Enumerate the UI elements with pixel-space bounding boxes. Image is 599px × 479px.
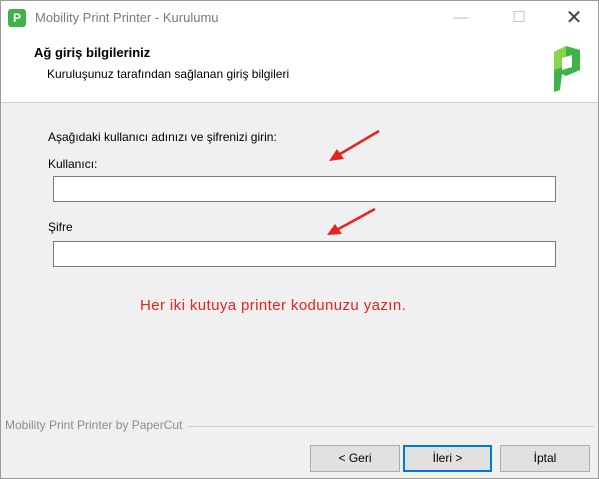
annotation-note: Her iki kutuya printer kodunuzu yazın.	[140, 297, 407, 314]
footer-brand: Mobility Print Printer by PaperCut	[5, 418, 189, 432]
username-input[interactable]	[53, 176, 556, 202]
password-input[interactable]	[53, 241, 556, 267]
arrow-icon	[327, 207, 376, 235]
app-icon: P	[8, 9, 26, 27]
page-title: Ağ giriş bilgileriniz	[34, 45, 151, 60]
close-button[interactable]: ✕	[551, 1, 597, 35]
page-subtitle: Kuruluşunuz tarafından sağlanan giriş bi…	[47, 67, 290, 81]
next-button[interactable]: İleri >	[403, 445, 492, 472]
wizard-header: Ağ giriş bilgileriniz Kuruluşunuz tarafı…	[1, 35, 598, 103]
username-label: Kullanıcı:	[48, 157, 98, 171]
window-title: Mobility Print Printer - Kurulumu	[35, 10, 219, 25]
form-area: Aşağıdaki kullanıcı adınızı ve şifrenizi…	[1, 104, 598, 420]
password-label: Şifre	[48, 220, 73, 234]
installer-window: P Mobility Print Printer - Kurulumu — ☐ …	[0, 0, 599, 479]
cancel-button[interactable]: İptal	[500, 445, 590, 472]
papercut-logo-icon	[554, 46, 580, 92]
maximize-button[interactable]: ☐	[496, 1, 542, 35]
back-button[interactable]: < Geri	[310, 445, 400, 472]
arrow-icon	[329, 129, 380, 161]
minimize-button[interactable]: —	[438, 1, 484, 35]
title-bar: P Mobility Print Printer - Kurulumu — ☐ …	[1, 1, 598, 35]
instruction-text: Aşağıdaki kullanıcı adınızı ve şifrenizi…	[48, 130, 277, 144]
